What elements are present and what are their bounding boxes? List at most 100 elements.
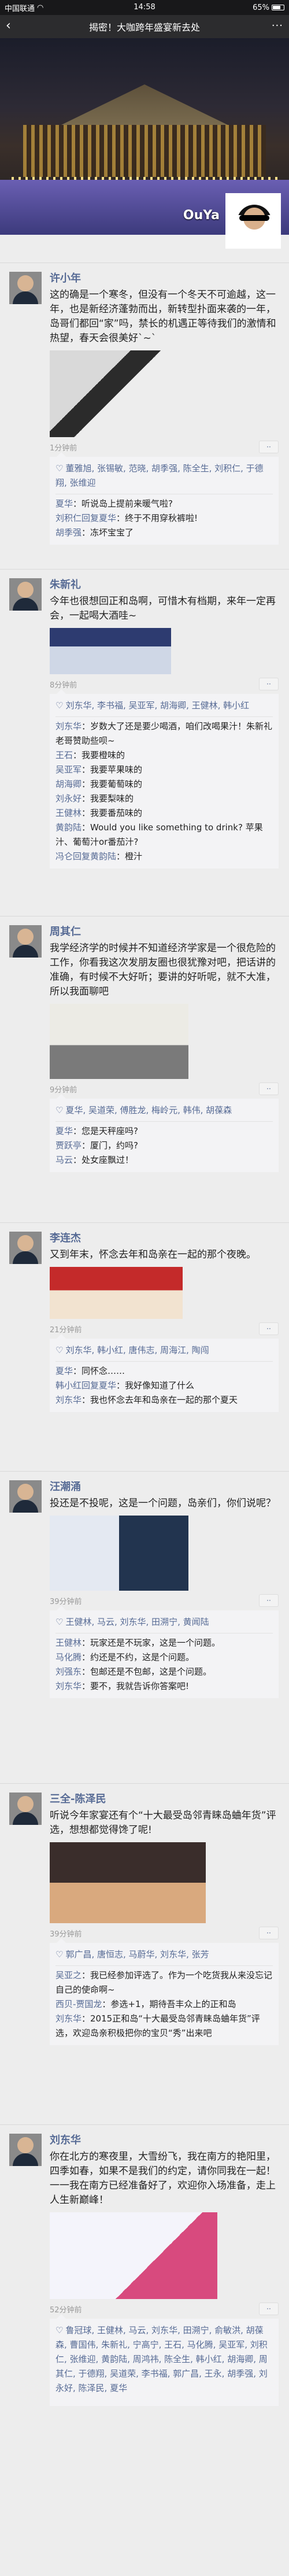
- comment-author[interactable]: 刘强东: [55, 1666, 81, 1677]
- comment-author[interactable]: 吴亚军: [55, 764, 81, 775]
- post-photo[interactable]: [50, 628, 171, 674]
- comment-item[interactable]: 韩小红回复夏华：我好像知道了什么: [55, 1378, 273, 1393]
- likes-list[interactable]: ♡ 郭广昌, 唐恒志, 马蔚华, 刘东华, 张芳: [55, 1947, 273, 1966]
- post-author[interactable]: 汪潮涌: [50, 1480, 279, 1494]
- comment-author[interactable]: 夏华: [55, 498, 73, 509]
- likes-list[interactable]: ♡ 夏华, 吴道荣, 傅胜龙, 梅岭元, 韩伟, 胡葆森: [55, 1103, 273, 1122]
- likes-list[interactable]: ♡ 刘东华, 李书福, 吴亚军, 胡海卿, 王健林, 韩小红: [55, 698, 273, 717]
- post-photo[interactable]: [50, 350, 165, 437]
- comment-menu-button[interactable]: ··: [259, 441, 279, 453]
- post-author[interactable]: 周其仁: [50, 925, 279, 939]
- post-photo[interactable]: [50, 1516, 188, 1591]
- post-text: 又到年末，怀念去年和岛亲在一起的那个夜晚。: [50, 1249, 256, 1261]
- comment-author[interactable]: 冯仑回复黄韵陆: [55, 851, 116, 862]
- comment-menu-button[interactable]: ··: [259, 1927, 279, 1939]
- comment-author[interactable]: 西贝-贾国龙: [55, 1999, 102, 2009]
- comment-author[interactable]: 马化腾: [55, 1652, 81, 1662]
- comment-text: ：同怀念……: [73, 1366, 125, 1376]
- post-author[interactable]: 朱新礼: [50, 578, 279, 592]
- likes-names[interactable]: 刘东华, 韩小红, 唐伟志, 周海江, 陶闯: [65, 1345, 209, 1355]
- comment-author[interactable]: 黄韵陆: [55, 822, 81, 833]
- comment-item[interactable]: 刘积仁回复夏华：终于不用穿秋裤啦!: [55, 511, 273, 526]
- comment-item[interactable]: 冯仑回复黄韵陆：橙汁: [55, 849, 273, 864]
- comment-author[interactable]: 夏华: [55, 1126, 73, 1136]
- likes-names[interactable]: 刘东华, 李书福, 吴亚军, 胡海卿, 王健林, 韩小红: [65, 700, 249, 711]
- comment-author[interactable]: 王石: [55, 750, 73, 760]
- comment-item[interactable]: 马化腾：约还是不约，这是个问题。: [55, 1650, 273, 1665]
- avatar[interactable]: [9, 2134, 42, 2166]
- likes-list[interactable]: ♡ 王健林, 马云, 刘东华, 田溯宁, 黄闻陆: [55, 1615, 273, 1633]
- comment-menu-button[interactable]: ··: [259, 2302, 279, 2315]
- likes-names[interactable]: 董雅旭, 张锡敏, 范晓, 胡季强, 陈全生, 刘积仁, 于德翔, 张维迎: [55, 463, 264, 488]
- avatar[interactable]: [9, 1793, 42, 1825]
- comment-item[interactable]: 刘东华：岁数大了还是要少喝酒，咱们改喝果汁！朱新礼老哥赞助些呗~: [55, 719, 273, 748]
- comment-item[interactable]: 刘东华：要不，我就告诉你答案吧!: [55, 1679, 273, 1694]
- comment-author[interactable]: 刘永好: [55, 793, 81, 804]
- comment-author[interactable]: 刘东华: [55, 2013, 81, 2024]
- post-photo[interactable]: [50, 1842, 206, 1923]
- comment-item[interactable]: 王健林：我要番茄味的: [55, 806, 273, 821]
- post-photo[interactable]: [50, 1004, 188, 1079]
- more-options-button[interactable]: ···: [272, 20, 283, 32]
- comment-item[interactable]: 刘东华：2015正和岛“十大最受岛邻青睐岛蛐年货”评选，欢迎岛亲积极把你的宝贝“…: [55, 2012, 273, 2041]
- profile-name[interactable]: OuYa: [183, 208, 220, 223]
- comment-author[interactable]: 胡季强: [55, 527, 81, 538]
- comment-author[interactable]: 韩小红回复夏华: [55, 1380, 116, 1391]
- comment-item[interactable]: 刘东华：我也怀念去年和岛亲在一起的那个夏天: [55, 1393, 273, 1407]
- comment-menu-button[interactable]: ··: [259, 1322, 279, 1335]
- comment-author[interactable]: 王健林: [55, 808, 81, 818]
- likes-names[interactable]: 夏华, 吴道荣, 傅胜龙, 梅岭元, 韩伟, 胡葆森: [65, 1105, 232, 1115]
- comment-item[interactable]: 胡季强：冻坏宝宝了: [55, 526, 273, 540]
- avatar[interactable]: [9, 578, 42, 611]
- comment-item[interactable]: 西贝-贾国龙：参选+1，期待吾丰众上的正和岛: [55, 1997, 273, 2012]
- likes-names[interactable]: 郭广昌, 唐恒志, 马蔚华, 刘东华, 张芳: [65, 1949, 209, 1960]
- post-author[interactable]: 许小年: [50, 272, 279, 286]
- comment-item[interactable]: 夏华：您是天秤座吗?: [55, 1124, 273, 1139]
- comment-item[interactable]: 王健林：玩家还是不玩家，这是一个问题。: [55, 1636, 273, 1650]
- likes-list[interactable]: ♡ 刘东华, 韩小红, 唐伟志, 周海江, 陶闯: [55, 1343, 273, 1362]
- comment-item[interactable]: 贾跃亭：厦门，约吗?: [55, 1139, 273, 1153]
- avatar[interactable]: [9, 1232, 42, 1264]
- comment-author[interactable]: 贾跃亭: [55, 1140, 81, 1151]
- comment-author[interactable]: 吴亚之: [55, 1970, 81, 1980]
- comment-item[interactable]: 马云：处女座飘过！: [55, 1153, 273, 1167]
- comment-author[interactable]: 夏华: [55, 1366, 73, 1376]
- avatar[interactable]: [9, 272, 42, 304]
- comment-menu-button[interactable]: ··: [259, 1594, 279, 1607]
- post-photo[interactable]: [50, 2212, 217, 2299]
- likes-names[interactable]: 鲁冠球, 王健林, 马云, 刘东华, 田溯宁, 俞敏洪, 胡葆森, 曹国伟, 朱…: [55, 2325, 268, 2393]
- post-photo[interactable]: [50, 1267, 183, 1319]
- comment-text: ：厦门，约吗?: [81, 1140, 138, 1151]
- likes-list[interactable]: ♡ 董雅旭, 张锡敏, 范晓, 胡季强, 陈全生, 刘积仁, 于德翔, 张维迎: [55, 461, 273, 494]
- profile-avatar[interactable]: [225, 193, 281, 249]
- avatar[interactable]: [9, 925, 42, 958]
- post-author[interactable]: 李连杰: [50, 1232, 279, 1246]
- heart-icon: ♡: [55, 2325, 64, 2335]
- comment-author[interactable]: 刘积仁回复夏华: [55, 513, 116, 523]
- comment-item[interactable]: 吴亚之：我已经参加评选了。作为一个吃货我从来没忘记自己的使命啊~: [55, 1968, 273, 1997]
- comment-author[interactable]: 胡海卿: [55, 779, 81, 789]
- comment-author[interactable]: 马云: [55, 1155, 73, 1165]
- comment-item[interactable]: 黄韵陆：Would you like something to drink? 苹…: [55, 821, 273, 849]
- comment-text: ：听说岛上提前来暖气啦?: [73, 498, 173, 509]
- avatar[interactable]: [9, 1480, 42, 1513]
- comments-box: ♡ 董雅旭, 张锡敏, 范晓, 胡季强, 陈全生, 刘积仁, 于德翔, 张维迎夏华…: [50, 452, 279, 545]
- comment-item[interactable]: 胡海卿：我要葡萄味的: [55, 777, 273, 792]
- back-button[interactable]: ‹: [6, 19, 11, 33]
- post-author[interactable]: 三全-陈泽民: [50, 1793, 279, 1806]
- comment-item[interactable]: 吴亚军：我要苹果味的: [55, 763, 273, 777]
- comment-author[interactable]: 刘东华: [55, 1681, 81, 1691]
- comment-author[interactable]: 刘东华: [55, 721, 81, 731]
- likes-list[interactable]: ♡ 鲁冠球, 王健林, 马云, 刘东华, 田溯宁, 俞敏洪, 胡葆森, 曹国伟, …: [55, 2323, 273, 2399]
- comment-menu-button[interactable]: ··: [259, 678, 279, 690]
- comment-author[interactable]: 王健林: [55, 1638, 81, 1648]
- likes-names[interactable]: 王健林, 马云, 刘东华, 田溯宁, 黄闻陆: [65, 1617, 209, 1627]
- comment-item[interactable]: 夏华：听说岛上提前来暖气啦?: [55, 497, 273, 511]
- comment-item[interactable]: 王石：我要橙味的: [55, 748, 273, 763]
- comment-item[interactable]: 夏华：同怀念……: [55, 1364, 273, 1378]
- comment-item[interactable]: 刘强东：包邮还是不包邮，这是个问题。: [55, 1665, 273, 1679]
- comment-item[interactable]: 刘永好：我要梨味的: [55, 792, 273, 806]
- comment-menu-button[interactable]: ··: [259, 1082, 279, 1095]
- comment-author[interactable]: 刘东华: [55, 1395, 81, 1405]
- post-author[interactable]: 刘东华: [50, 2134, 279, 2148]
